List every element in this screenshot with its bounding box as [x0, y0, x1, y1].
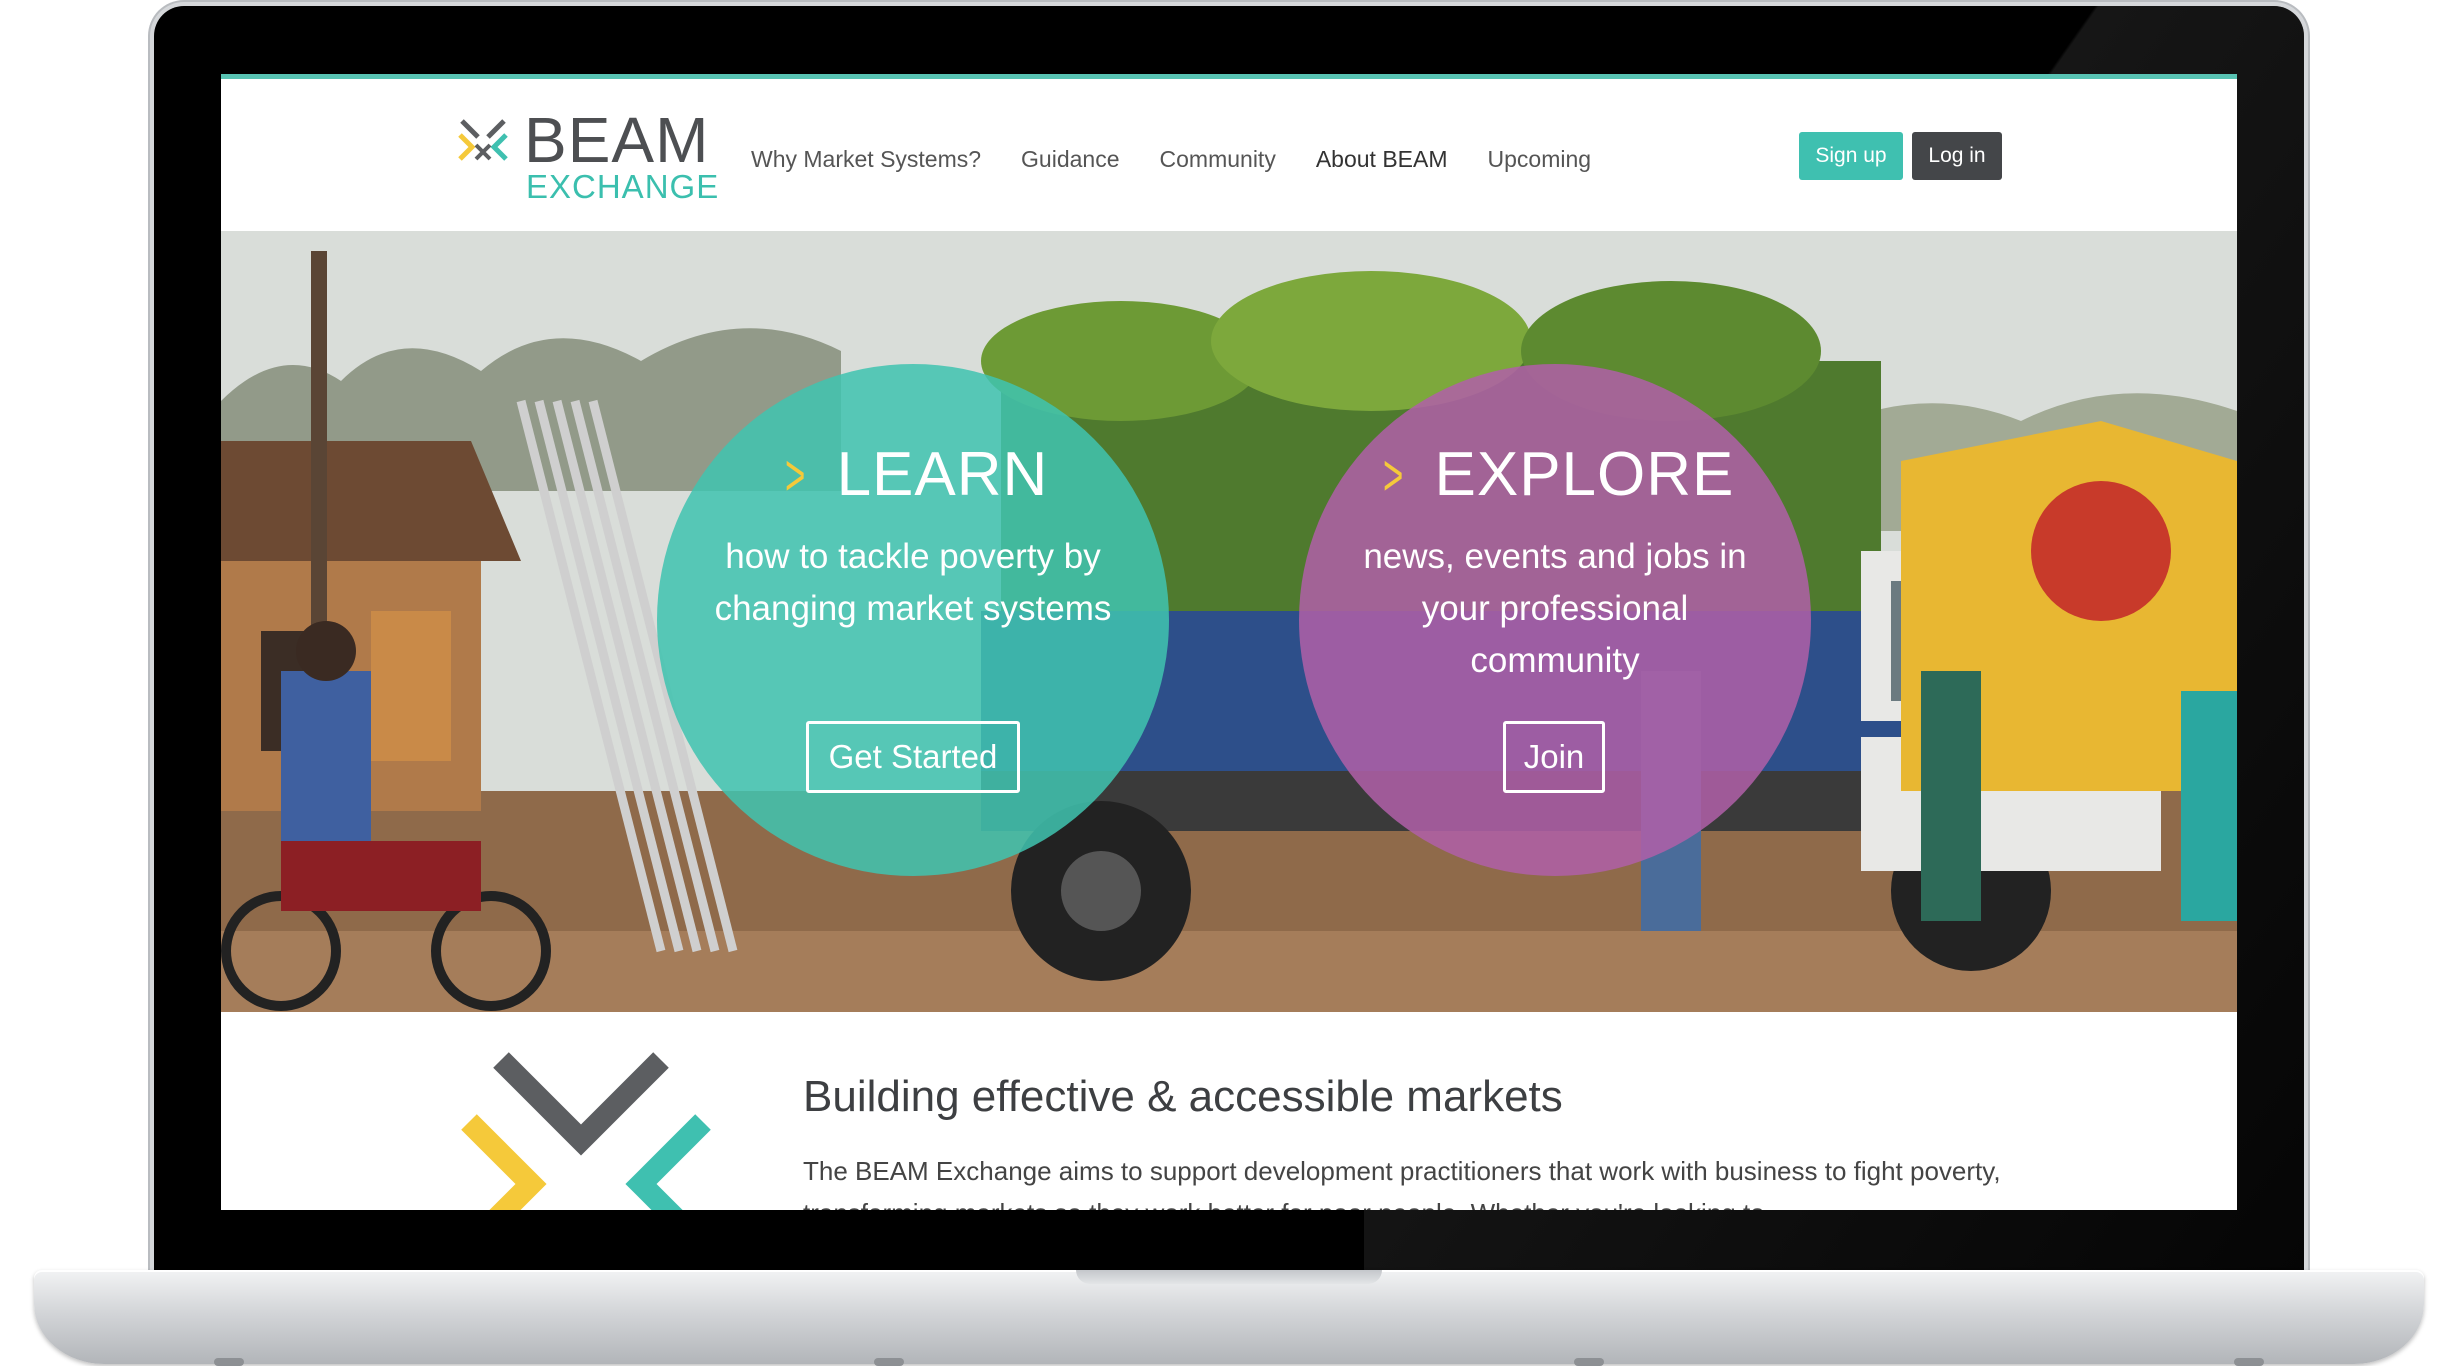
- laptop-base: [34, 1270, 2424, 1366]
- chevron-right-icon: >: [1382, 443, 1404, 508]
- nav-why-market-systems[interactable]: Why Market Systems?: [751, 139, 981, 179]
- base-foot: [214, 1358, 244, 1366]
- nav-community[interactable]: Community: [1160, 139, 1276, 179]
- explore-description: news, events and jobs in your profession…: [1363, 537, 1747, 680]
- market-street-photo: [221, 231, 2237, 1012]
- log-in-button[interactable]: Log in: [1912, 132, 2002, 180]
- nav-about-beam[interactable]: About BEAM: [1316, 139, 1448, 179]
- learn-title: > LEARN: [657, 440, 1169, 511]
- chevron-right-icon: >: [784, 443, 806, 508]
- learn-panel: > LEARN how to tackle poverty by changing…: [657, 364, 1169, 876]
- beam-x-icon: [458, 119, 508, 161]
- learn-heading: LEARN: [836, 440, 1049, 509]
- site-header: BEAM EXCHANGE Why Market Systems? Guidan…: [221, 79, 2237, 231]
- explore-title: > EXPLORE: [1299, 440, 1811, 511]
- explore-heading: EXPLORE: [1434, 440, 1735, 509]
- laptop-screen: BEAM EXCHANGE Why Market Systems? Guidan…: [221, 74, 2237, 1210]
- intro-section: Building effective & accessible markets …: [221, 1012, 2237, 1210]
- nav-upcoming[interactable]: Upcoming: [1488, 139, 1592, 179]
- base-foot: [874, 1358, 904, 1366]
- intro-paragraph: The BEAM Exchange aims to support develo…: [803, 1156, 2001, 1210]
- join-button[interactable]: Join: [1503, 721, 1605, 793]
- intro-heading: Building effective & accessible markets: [803, 1072, 1563, 1121]
- base-foot: [1574, 1358, 1604, 1366]
- logo-wordmark: BEAM: [524, 104, 710, 176]
- nav-guidance[interactable]: Guidance: [1021, 139, 1119, 179]
- get-started-button[interactable]: Get Started: [806, 721, 1020, 793]
- hero-banner: > LEARN how to tackle poverty by changing…: [221, 231, 2237, 1012]
- learn-description: how to tackle poverty by changing market…: [714, 537, 1112, 628]
- main-nav: Why Market Systems? Guidance Community A…: [751, 139, 1631, 179]
- base-foot: [2234, 1358, 2264, 1366]
- beam-x-large-icon: [461, 1052, 711, 1210]
- beam-logo[interactable]: BEAM EXCHANGE: [458, 107, 720, 207]
- explore-panel: > EXPLORE news, events and jobs in your p…: [1299, 364, 1811, 876]
- sign-up-button[interactable]: Sign up: [1799, 132, 1903, 180]
- logo-subtitle: EXCHANGE: [526, 168, 720, 205]
- base-notch: [1076, 1270, 1382, 1284]
